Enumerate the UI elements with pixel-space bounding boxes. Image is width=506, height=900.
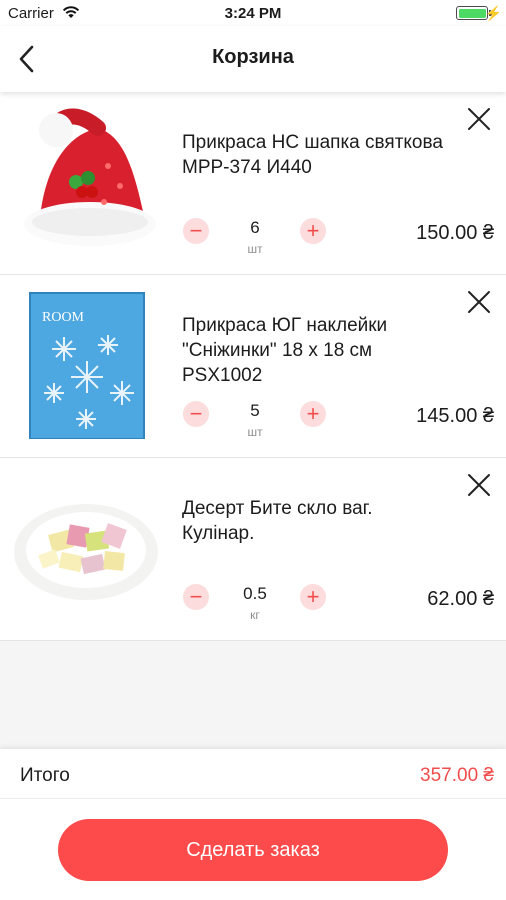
total-row: Итого 357.00 ₴ [0,749,506,799]
increase-quantity-button[interactable]: + [300,584,326,610]
quantity-value: 5 [250,401,260,420]
item-price: 145.00 ₴ [416,405,494,427]
close-icon [468,474,490,496]
snowflake-stickers-image: ROOM [12,289,162,440]
increase-quantity-button[interactable]: + [300,218,326,244]
remove-item-button[interactable] [466,472,492,498]
empty-space [0,641,506,749]
quantity-stepper: − 0.5 кг + [182,580,328,630]
quantity-unit: кг [250,608,260,622]
total-value: 357.00 ₴ [420,765,494,786]
clock: 3:24 PM [224,5,282,22]
total-label: Итого [20,765,70,786]
increase-quantity-button[interactable]: + [300,401,326,427]
quantity-unit: шт [247,425,263,439]
dessert-plate-image [12,472,162,622]
cart-item: ROOM Прикраса ЮГ наклейки "Сніжинки" 18 … [0,275,506,458]
close-icon [468,291,490,313]
svg-text:ROOM: ROOM [42,310,85,325]
close-icon [468,108,490,130]
status-bar: Carrier 3:24 PM ⚡ [0,0,506,26]
charging-icon: ⚡ [484,5,502,21]
page-title: Корзина [212,46,294,68]
item-price: 150.00 ₴ [416,222,494,244]
cart-item: Прикраса НС шапка святкова MPP-374 И440 … [0,92,506,275]
product-name[interactable]: Прикраса НС шапка святкова MPP-374 И440 [182,130,444,180]
product-name[interactable]: Десерт Бите скло ваг. Кулінар. [182,496,444,546]
cart-footer: Итого 357.00 ₴ Сделать заказ [0,749,506,900]
quantity-stepper: − 5 шт + [182,397,328,447]
quantity-stepper: − 6 шт + [182,214,328,264]
place-order-button[interactable]: Сделать заказ [58,819,448,881]
quantity-value: 0.5 [243,584,267,603]
nav-bar: Корзина [0,26,506,92]
battery-icon [456,6,488,20]
product-name[interactable]: Прикраса ЮГ наклейки "Сніжинки" 18 х 18 … [182,313,444,388]
quantity-value: 6 [250,218,260,237]
item-price: 62.00 ₴ [427,588,494,610]
remove-item-button[interactable] [466,106,492,132]
decrease-quantity-button[interactable]: − [183,584,209,610]
decrease-quantity-button[interactable]: − [183,218,209,244]
decrease-quantity-button[interactable]: − [183,401,209,427]
cart-list: Прикраса НС шапка святкова MPP-374 И440 … [0,92,506,641]
cart-item: Десерт Бите скло ваг. Кулінар. − 0.5 кг … [0,458,506,641]
quantity-unit: шт [247,242,263,256]
remove-item-button[interactable] [466,289,492,315]
santa-hat-image [12,106,162,256]
